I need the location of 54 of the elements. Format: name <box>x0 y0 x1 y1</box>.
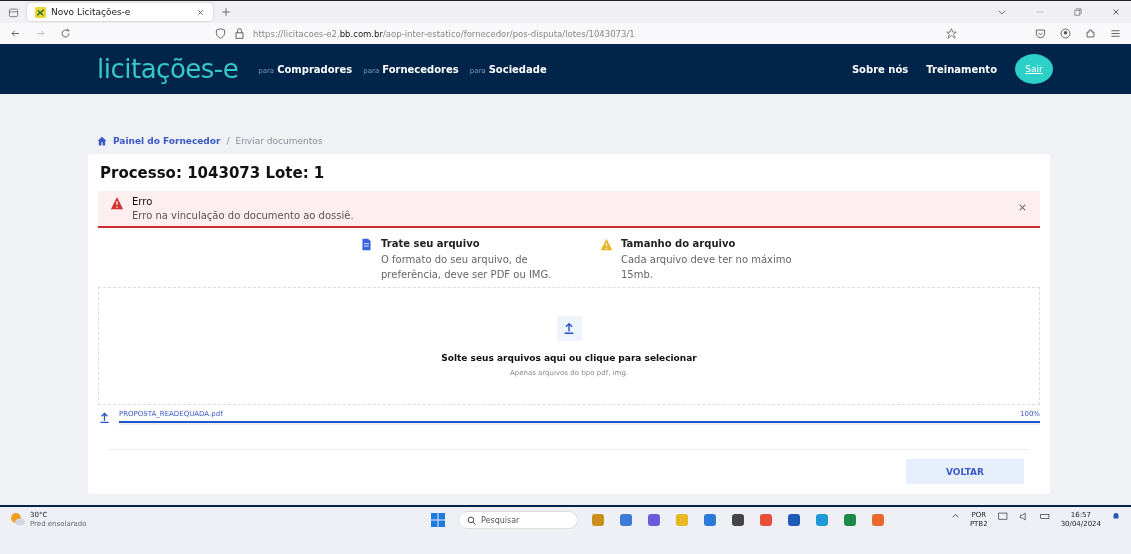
new-tab-icon[interactable] <box>221 7 231 17</box>
favicon-icon <box>35 6 46 18</box>
tip-title: Trate seu arquivo <box>381 238 481 249</box>
back-button[interactable]: VOLTAR <box>906 459 1024 484</box>
browser-tab[interactable]: Novo Licitações-e <box>27 3 213 21</box>
site-logo[interactable]: licitações-e <box>97 54 239 84</box>
error-icon <box>110 196 124 210</box>
app-icon[interactable] <box>786 512 802 528</box>
restore-icon[interactable] <box>1073 7 1083 17</box>
nav-link[interactable]: Sobre nós <box>851 63 909 75</box>
shield-icon <box>215 28 226 39</box>
warning-icon <box>600 238 613 251</box>
tip-text: O formato do seu arquivo, de preferência, deve ser PDF ou IMG. <box>381 253 553 282</box>
close-icon[interactable] <box>196 7 205 17</box>
tip-text: Cada arquivo deve ter no máximo 15mb. <box>621 253 793 282</box>
app-icon[interactable] <box>702 512 718 528</box>
reload-icon[interactable] <box>60 28 71 39</box>
search-icon <box>467 515 476 525</box>
address-field[interactable]: https://licitacoes-e2.bb.com.br/aop-inter-estatico/fornecedor/pos-disputa/lotes/1043073/1 <box>253 28 635 39</box>
breadcrumb-item[interactable]: Painel do Fornecedor <box>113 136 221 146</box>
app-icon[interactable] <box>618 512 634 528</box>
alert-title: Erro <box>132 196 154 207</box>
dropzone-title: Solte seus arquivos aqui ou clique para selecionar <box>441 352 697 363</box>
account-icon[interactable] <box>1060 28 1071 39</box>
app-icon[interactable] <box>730 512 746 528</box>
start-icon[interactable] <box>430 512 446 528</box>
upload-button[interactable] <box>556 315 582 341</box>
close-button[interactable] <box>1017 202 1028 213</box>
app-icon[interactable] <box>842 512 858 528</box>
lock-icon <box>234 28 245 39</box>
home-icon <box>97 136 107 146</box>
app-icon[interactable] <box>646 512 662 528</box>
chevron-up-icon[interactable] <box>950 511 960 520</box>
tab-list-icon[interactable] <box>8 6 19 18</box>
star-icon[interactable] <box>946 28 957 39</box>
battery-icon[interactable] <box>1039 511 1051 522</box>
taskbar-search[interactable]: Pesquisar <box>458 511 578 529</box>
close-icon[interactable] <box>1111 7 1121 17</box>
pocket-icon[interactable] <box>1035 28 1046 39</box>
display-icon[interactable] <box>997 511 1009 522</box>
alert-message: Erro na vinculação do documento ao dossiê. <box>132 210 354 221</box>
bell-icon[interactable] <box>1111 511 1121 521</box>
upload-icon <box>562 321 576 336</box>
chevron-down-icon[interactable] <box>997 7 1007 17</box>
document-icon <box>360 238 373 251</box>
upload-icon <box>98 411 111 425</box>
tip-title: Tamanho do arquivo <box>621 238 737 249</box>
page-title: Processo: 1043073 Lote: 1 <box>100 164 326 182</box>
breadcrumb-item: Enviar documentos <box>235 136 323 146</box>
breadcrumb-separator: / <box>226 136 230 146</box>
close-icon <box>1017 202 1028 213</box>
back-icon[interactable] <box>10 28 21 39</box>
nav-link[interactable]: Treinamento <box>926 63 997 75</box>
menu-icon[interactable] <box>1110 28 1121 39</box>
